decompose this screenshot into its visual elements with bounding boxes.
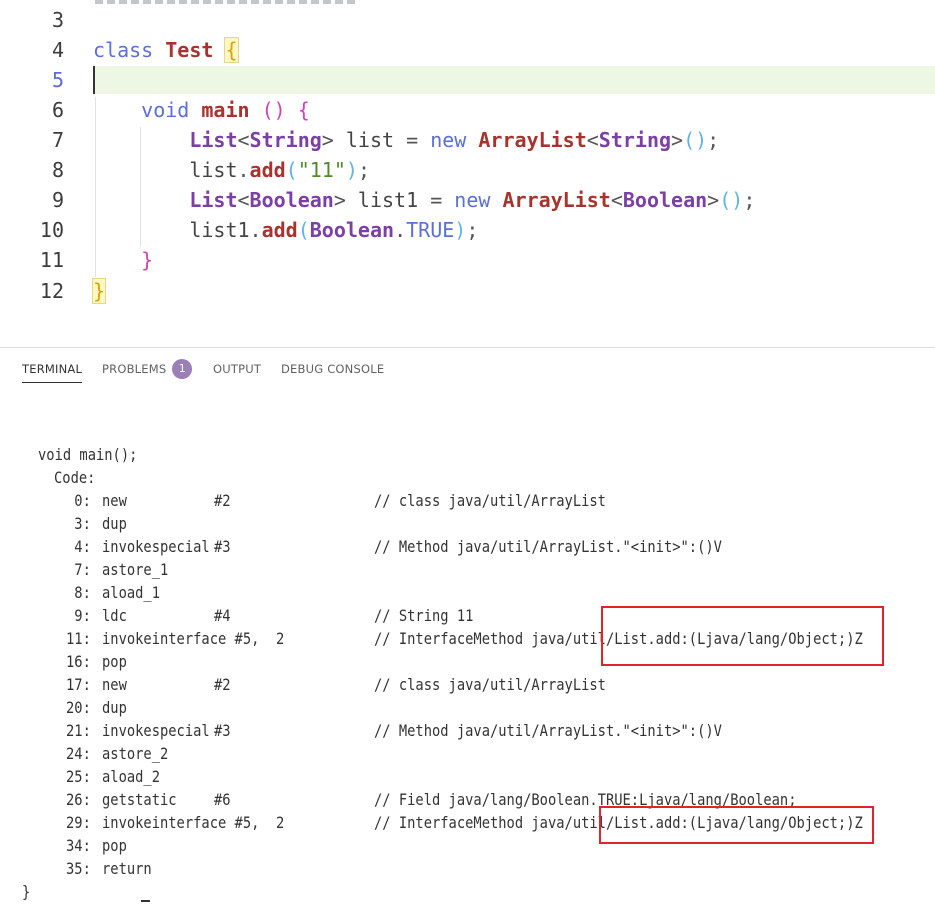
editor-line[interactable]: 3 xyxy=(0,5,935,35)
instruction-offset: 26: xyxy=(66,790,91,809)
instruction-opcode: aload_1 xyxy=(102,583,160,602)
code-text: list1.add(Boolean.TRUE); xyxy=(93,218,479,242)
instruction-comment: // String 11 xyxy=(374,606,474,625)
terminal-cursor xyxy=(141,900,150,902)
line-number: 12 xyxy=(39,279,64,303)
line-number: 6 xyxy=(51,98,64,122)
editor-line[interactable]: 11 } xyxy=(0,245,935,275)
current-line-highlight xyxy=(93,66,935,94)
instruction-comment: // class java/util/ArrayList xyxy=(374,491,606,510)
instruction-comment: // class java/util/ArrayList xyxy=(374,675,606,694)
instruction-offset: 24: xyxy=(66,744,91,763)
line-number: 3 xyxy=(51,8,64,32)
closing-brace: } xyxy=(22,882,31,901)
instruction-opcode: astore_2 xyxy=(102,744,169,763)
highlight-box xyxy=(599,806,874,844)
instruction-operand: #3 xyxy=(214,721,231,740)
bottom-panel: TERMINAL PROBLEMS 1 OUTPUT DEBUG CONSOLE … xyxy=(0,347,935,905)
instruction-opcode: pop xyxy=(102,836,127,855)
instruction-opcode: astore_1 xyxy=(102,560,169,579)
instruction-offset: 25: xyxy=(66,767,91,786)
instruction-operand: #3 xyxy=(214,537,231,556)
instruction-opcode: pop xyxy=(102,652,127,671)
instruction-opcode: invokeinterface #5, 2 xyxy=(102,629,285,648)
instruction-offset: 8: xyxy=(66,583,91,602)
instruction-offset: 20: xyxy=(66,698,91,717)
instruction-offset: 16: xyxy=(66,652,91,671)
line-number: 7 xyxy=(51,128,64,152)
instruction-offset: 21: xyxy=(66,721,91,740)
text-cursor xyxy=(93,66,95,94)
instruction-opcode: getstatic xyxy=(102,790,177,809)
code-text: list.add("11"); xyxy=(93,158,370,182)
editor-line[interactable]: 10 list1.add(Boolean.TRUE); xyxy=(0,215,935,245)
instruction-opcode: invokespecial xyxy=(102,537,210,556)
method-signature: void main(); xyxy=(38,445,138,464)
instruction-comment: // Method java/util/ArrayList."<init>":(… xyxy=(374,537,722,556)
instruction-opcode: ldc xyxy=(102,606,127,625)
code-editor[interactable]: 3 4 class Test { 5 6 void main () { 7 Li… xyxy=(0,0,935,347)
editor-line[interactable]: 7 List<String> list = new ArrayList<Stri… xyxy=(0,125,935,155)
instruction-offset: 7: xyxy=(66,560,91,579)
line-number: 10 xyxy=(39,218,64,242)
line-number: 4 xyxy=(51,38,64,62)
instruction-offset: 0: xyxy=(66,491,91,510)
instruction-opcode: new xyxy=(102,491,127,510)
highlight-box xyxy=(601,606,884,666)
clipped-line-fragment xyxy=(95,0,355,4)
instruction-opcode: return xyxy=(102,859,152,878)
instruction-opcode: invokespecial xyxy=(102,721,210,740)
instruction-opcode: dup xyxy=(102,514,127,533)
instruction-offset: 9: xyxy=(66,606,91,625)
instruction-operand: #2 xyxy=(214,491,231,510)
instruction-opcode: aload_2 xyxy=(102,767,160,786)
instruction-comment: // Method java/util/ArrayList."<init>":(… xyxy=(374,721,722,740)
code-label: Code: xyxy=(54,468,96,487)
line-number: 11 xyxy=(39,248,64,272)
code-text: } xyxy=(91,278,107,304)
editor-line[interactable]: 12 } xyxy=(0,276,935,306)
instruction-opcode: new xyxy=(102,675,127,694)
code-text: List<String> list = new ArrayList<String… xyxy=(189,128,720,152)
line-number: 9 xyxy=(51,188,64,212)
editor-line[interactable]: 4 class Test { xyxy=(0,35,935,65)
instruction-offset: 3: xyxy=(66,514,91,533)
editor-line[interactable]: 8 list.add("11"); xyxy=(0,155,935,185)
editor-line[interactable]: 9 List<Boolean> list1 = new ArrayList<Bo… xyxy=(0,185,935,215)
instruction-opcode: dup xyxy=(102,698,127,717)
instruction-offset: 34: xyxy=(66,836,91,855)
instruction-offset: 11: xyxy=(66,629,91,648)
code-text: class Test { xyxy=(93,37,239,63)
line-number: 5 xyxy=(51,68,64,92)
instruction-operand: #4 xyxy=(214,606,231,625)
code-text: List<Boolean> list1 = new ArrayList<Bool… xyxy=(189,188,756,212)
instruction-offset: 35: xyxy=(66,859,91,878)
instruction-offset: 4: xyxy=(66,537,91,556)
code-text: void main () { xyxy=(141,98,310,122)
instruction-operand: #6 xyxy=(214,790,231,809)
line-number: 8 xyxy=(51,158,64,182)
editor-line[interactable]: 6 void main () { xyxy=(0,95,935,125)
code-text: } xyxy=(141,248,154,272)
instruction-offset: 29: xyxy=(66,813,91,832)
instruction-operand: #2 xyxy=(214,675,231,694)
instruction-opcode: invokeinterface #5, 2 xyxy=(102,813,285,832)
instruction-offset: 17: xyxy=(66,675,91,694)
editor-line-current[interactable]: 5 xyxy=(0,65,935,95)
